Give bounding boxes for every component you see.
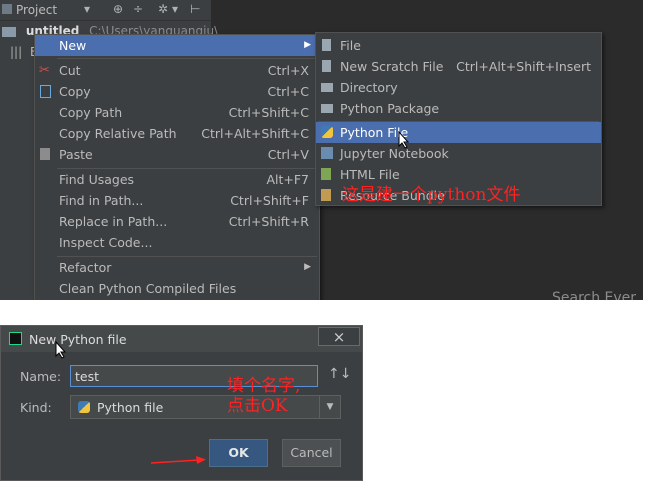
menu-item-label: Jupyter Notebook [340,146,449,161]
menu-item-shortcut: Ctrl+Alt+Shift+Insert [456,59,591,74]
chevron-down-icon[interactable]: ▼ [319,396,340,418]
pycharm-logo-icon [9,332,22,345]
kind-label: Kind: [20,400,52,415]
menu-item-shortcut: Ctrl+X [267,63,309,78]
submenu-item-directory[interactable]: Directory [316,77,601,98]
menu-item-label: Find in Path... [59,193,144,208]
menu-item-find-in-path[interactable]: Find in Path... Ctrl+Shift+F [35,190,319,211]
menu-item-new[interactable]: New ▶ [35,35,319,56]
context-menu: New ▶ ✂ Cut Ctrl+X Copy Ctrl+C Copy Path… [34,34,320,300]
menu-item-label: Directory [340,80,398,95]
menu-item-label: Cut [59,63,81,78]
search-everywhere-hint: Search Ever [552,290,637,300]
menu-item-label: Python Package [340,101,440,116]
menu-item-label: Find Usages [59,172,135,187]
menu-item-label: New [59,38,87,53]
annotation-create-python-file: 这是建一个python文件 [342,185,521,205]
jupyter-icon [321,147,333,159]
scissors-icon: ✂ [39,63,50,78]
library-icon: ||| [10,45,23,59]
close-icon: × [332,328,346,346]
scratch-file-icon [322,60,331,72]
menu-item-label: Inspect Code... [59,235,153,250]
menu-item-label: Refactor [59,260,112,275]
ide-screenshot: Project ▾ ⊕ ÷ ✲ ▾ ⊢ untitled C:\Users\ya… [0,0,643,300]
copy-icon [40,85,51,98]
project-view-icon [2,4,12,14]
menu-item-label: Clean Python Compiled Files [59,281,237,296]
submenu-item-python-file[interactable]: Python File [316,122,601,143]
python-icon [78,401,90,413]
name-label: Name: [20,369,62,384]
hide-panel-icon[interactable]: ⊢ [190,2,200,16]
menu-item-label: File [340,38,361,53]
menu-separator [57,58,317,59]
ok-button[interactable]: OK [209,439,268,467]
python-icon [321,126,333,138]
dialog-title: New Python file [29,332,127,347]
mouse-cursor-icon [398,131,410,149]
menu-item-shortcut: Ctrl+Shift+R [228,214,309,229]
close-button[interactable]: × [318,327,360,346]
html-icon [321,168,331,180]
sort-arrows-icon[interactable]: ↑↓ [328,366,351,382]
menu-item-copy-path[interactable]: Copy Path Ctrl+Shift+C [35,102,319,123]
kind-value: Python file [97,400,164,415]
resource-bundle-icon [321,189,331,201]
paste-icon [40,148,50,160]
submenu-arrow-icon: ▶ [304,262,311,272]
file-icon [322,39,331,51]
menu-item-shortcut: Alt+F7 [266,172,309,187]
menu-item-refactor[interactable]: Refactor ▶ [35,257,319,278]
menu-item-inspect-code[interactable]: Inspect Code... [35,232,319,253]
collapse-icon[interactable]: ÷ [133,2,143,16]
chevron-down-icon[interactable]: ▾ [172,2,178,16]
annotation-line: 填个名字, [227,376,301,396]
folder-icon [2,26,16,37]
menu-item-shortcut: Ctrl+Shift+F [230,193,309,208]
gear-icon[interactable]: ✲ [158,2,168,16]
menu-item-shortcut: Ctrl+V [267,147,309,162]
submenu-item-jupyter-notebook[interactable]: Jupyter Notebook [316,143,601,164]
package-icon [321,104,333,113]
menu-item-label: Paste [59,147,93,162]
submenu-arrow-icon: ▶ [304,40,311,50]
annotation-line: 点击OK [227,396,288,416]
red-arrow-icon [150,456,206,464]
menu-item-cut[interactable]: ✂ Cut Ctrl+X [35,60,319,81]
folder-icon [321,83,333,92]
dropdown-arrow-icon[interactable]: ▾ [84,2,90,16]
submenu-item-file[interactable]: File [316,35,601,56]
menu-item-replace-in-path[interactable]: Replace in Path... Ctrl+Shift+R [35,211,319,232]
menu-item-copy[interactable]: Copy Ctrl+C [35,81,319,102]
menu-item-label: Copy Relative Path [59,126,177,141]
menu-item-shortcut: Ctrl+Alt+Shift+C [201,126,309,141]
menu-item-label: Replace in Path... [59,214,168,229]
menu-item-shortcut: Ctrl+C [267,84,309,99]
menu-item-find-usages[interactable]: Find Usages Alt+F7 [35,169,319,190]
annotation-enter-name-click-ok: 填个名字, 点击OK [227,376,300,416]
project-toolbar: Project ▾ ⊕ ÷ ✲ ▾ ⊢ [0,0,211,21]
menu-item-label: Copy [59,84,91,99]
submenu-item-python-package[interactable]: Python Package [316,98,601,119]
project-panel-title[interactable]: Project [16,3,57,17]
menu-item-paste[interactable]: Paste Ctrl+V [35,144,319,165]
menu-item-label: Copy Path [59,105,123,120]
menu-item-label: New Scratch File [340,59,444,74]
sync-icon[interactable]: ⊕ [113,2,123,16]
menu-item-clean-python-compiled[interactable]: Clean Python Compiled Files [35,278,319,299]
new-python-file-dialog: New Python file × Name: ↑↓ Kind: Python … [0,325,363,481]
submenu-item-scratch-file[interactable]: New Scratch File Ctrl+Alt+Shift+Insert [316,56,601,77]
cancel-button[interactable]: Cancel [282,439,341,467]
menu-item-copy-relative-path[interactable]: Copy Relative Path Ctrl+Alt+Shift+C [35,123,319,144]
menu-item-shortcut: Ctrl+Shift+C [228,105,309,120]
mouse-cursor-icon [55,341,67,359]
